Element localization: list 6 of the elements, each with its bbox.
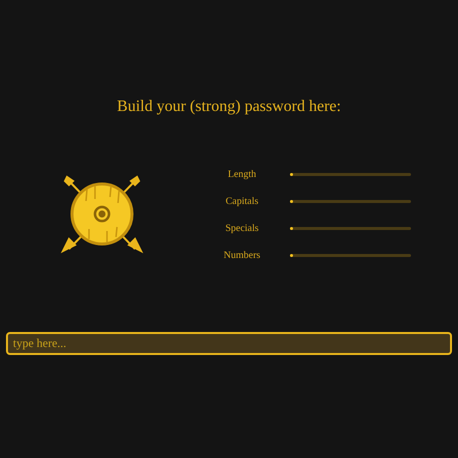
page-heading: Build your (strong) password here: bbox=[116, 98, 342, 116]
meter-label: Capitals bbox=[224, 196, 260, 207]
password-input[interactable]: type here... bbox=[6, 332, 452, 355]
meter-label: Numbers bbox=[222, 250, 262, 261]
meter-label: Length bbox=[226, 169, 258, 180]
meter-label: Specials bbox=[224, 223, 260, 234]
